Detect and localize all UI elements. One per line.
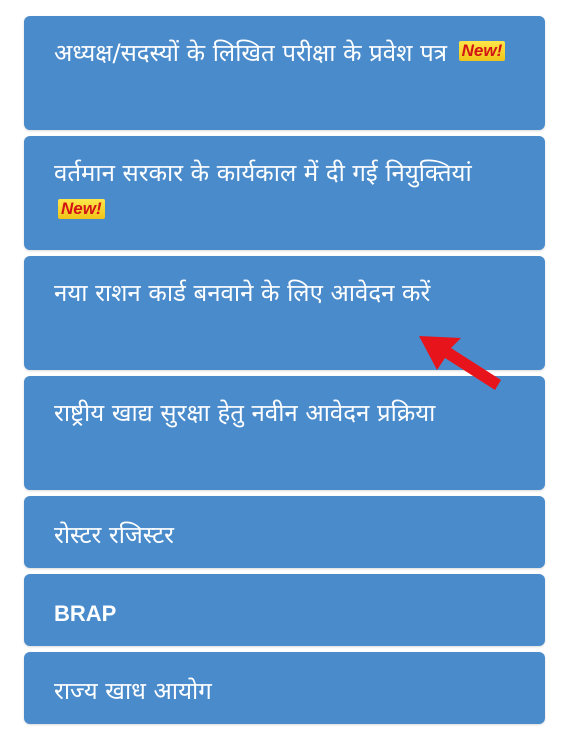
menu-item-label: अध्यक्ष/सदस्यों के लिखित परीक्षा के प्रव… <box>54 39 447 67</box>
new-badge: New! <box>458 41 506 61</box>
menu-item-state-food-commission[interactable]: राज्य खाध आयोग <box>24 652 545 724</box>
menu-item-admit-cards[interactable]: अध्यक्ष/सदस्यों के लिखित परीक्षा के प्रव… <box>24 16 545 130</box>
menu-item-label: वर्तमान सरकार के कार्यकाल में दी गई नियु… <box>54 159 472 187</box>
menu-item-label: राज्य खाध आयोग <box>54 677 212 705</box>
new-badge: New! <box>58 199 105 219</box>
menu-item-label: राष्ट्रीय खाद्य सुरक्षा हेतु नवीन आवेदन … <box>54 399 436 427</box>
menu-item-roster-register[interactable]: रोस्टर रजिस्टर <box>24 496 545 568</box>
menu-item-label: रोस्टर रजिस्टर <box>54 521 174 549</box>
menu-item-brap[interactable]: BRAP <box>24 574 545 646</box>
menu-item-label: BRAP <box>54 601 117 626</box>
menu-item-food-security-application[interactable]: राष्ट्रीय खाद्य सुरक्षा हेतु नवीन आवेदन … <box>24 376 545 490</box>
red-arrow-icon <box>419 336 501 390</box>
menu-item-appointments[interactable]: वर्तमान सरकार के कार्यकाल में दी गई नियु… <box>24 136 545 250</box>
menu-item-label: नया राशन कार्ड बनवाने के लिए आवेदन करें <box>54 279 431 307</box>
